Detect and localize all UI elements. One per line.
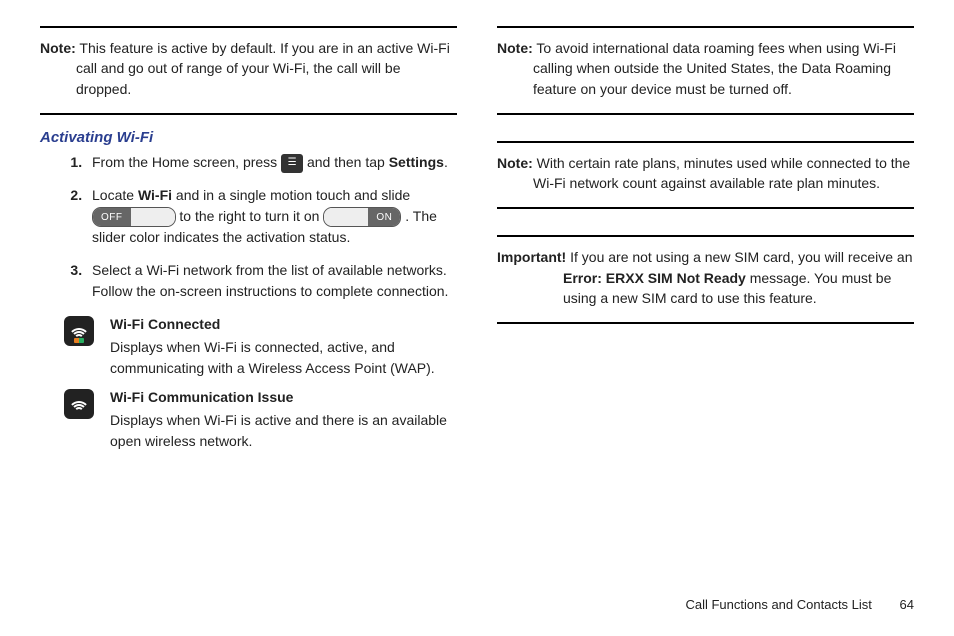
wifi-issue-icon xyxy=(64,389,94,419)
important-label: Important! xyxy=(497,249,566,265)
divider xyxy=(40,26,457,28)
wifi-connected-icon xyxy=(64,316,94,346)
note-text: This feature is active by default. If yo… xyxy=(76,40,450,97)
step-text: Select a Wi-Fi network from the list of … xyxy=(92,262,448,299)
note-block: Note: To avoid international data roamin… xyxy=(497,34,914,107)
toggle-on-label: ON xyxy=(368,208,400,226)
step-text: Locate xyxy=(92,187,138,203)
important-text: If you are not using a new SIM card, you… xyxy=(570,249,912,265)
note-text: With certain rate plans, minutes used wh… xyxy=(533,155,910,191)
menu-icon: ☰ xyxy=(281,154,303,173)
note-block: Note: This feature is active by default.… xyxy=(40,34,457,107)
step-3: Select a Wi-Fi network from the list of … xyxy=(86,260,457,302)
note-block: Note: With certain rate plans, minutes u… xyxy=(497,149,914,202)
status-wifi-connected: Wi-Fi Connected Displays when Wi-Fi is c… xyxy=(64,314,457,379)
steps-list: From the Home screen, press ☰ and then t… xyxy=(40,152,457,302)
note-label: Note: xyxy=(497,40,533,56)
step-text: to the right to turn it on xyxy=(179,208,323,224)
step-text: . xyxy=(444,154,448,170)
note-label: Note: xyxy=(497,155,533,171)
step-text: and then tap xyxy=(307,154,389,170)
status-description: Displays when Wi-Fi is connected, active… xyxy=(110,339,435,376)
divider xyxy=(40,113,457,115)
note-text: To avoid international data roaming fees… xyxy=(533,40,896,97)
divider xyxy=(497,113,914,115)
toggle-on-icon: ON xyxy=(323,207,401,227)
page-number: 64 xyxy=(900,597,914,612)
step-2: Locate Wi-Fi and in a single motion touc… xyxy=(86,185,457,248)
status-title: Wi-Fi Connected xyxy=(110,314,457,335)
step-text: and in a single motion touch and slide xyxy=(172,187,410,203)
error-message: Error: ERXX SIM Not Ready xyxy=(563,270,746,286)
right-column: Note: To avoid international data roamin… xyxy=(497,20,914,456)
wifi-label: Wi-Fi xyxy=(138,187,172,203)
important-block: Important! If you are not using a new SI… xyxy=(497,243,914,316)
step-text: From the Home screen, press xyxy=(92,154,281,170)
page-footer: Call Functions and Contacts List 64 xyxy=(40,597,914,612)
status-wifi-issue: Wi-Fi Communication Issue Displays when … xyxy=(64,387,457,452)
divider xyxy=(497,207,914,209)
divider xyxy=(497,322,914,324)
divider xyxy=(497,141,914,143)
left-column: Note: This feature is active by default.… xyxy=(40,20,457,456)
section-heading: Activating Wi-Fi xyxy=(40,129,457,146)
status-title: Wi-Fi Communication Issue xyxy=(110,387,457,408)
settings-label: Settings xyxy=(389,154,444,170)
divider xyxy=(497,26,914,28)
footer-section: Call Functions and Contacts List xyxy=(685,597,871,612)
step-1: From the Home screen, press ☰ and then t… xyxy=(86,152,457,173)
status-description: Displays when Wi-Fi is active and there … xyxy=(110,412,447,449)
toggle-off-icon: OFF xyxy=(92,207,176,227)
note-label: Note: xyxy=(40,40,76,56)
toggle-off-label: OFF xyxy=(93,208,131,226)
divider xyxy=(497,235,914,237)
